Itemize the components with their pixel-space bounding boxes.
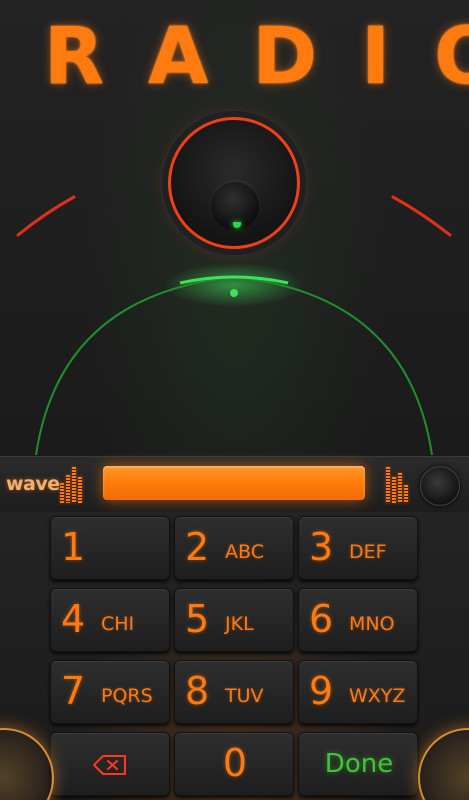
key-2[interactable]: 2 ABC bbox=[174, 516, 294, 580]
right-needle-mark bbox=[391, 195, 452, 237]
backspace-icon bbox=[93, 755, 127, 779]
key-digit: 2 bbox=[185, 525, 210, 569]
dial-keypad: 1 2 ABC 3 DEF 4 CHI 5 JKL 6 MNO 7 PQRS 8 bbox=[0, 512, 469, 800]
key-digit: 9 bbox=[309, 669, 334, 713]
key-letters: TUV bbox=[225, 685, 264, 707]
radio-dialer-screen: RADIO wave bbox=[0, 0, 469, 800]
key-digit: 5 bbox=[185, 597, 210, 641]
tuning-knob[interactable] bbox=[168, 117, 300, 249]
key-letters: MNO bbox=[349, 613, 395, 635]
right-equalizer-icon bbox=[386, 467, 412, 503]
key-3[interactable]: 3 DEF bbox=[298, 516, 418, 580]
key-4[interactable]: 4 CHI bbox=[50, 588, 170, 652]
key-8[interactable]: 8 TUV bbox=[174, 660, 294, 724]
key-digit: 6 bbox=[309, 597, 334, 641]
key-letters: CHI bbox=[101, 613, 135, 635]
key-letters: WXYZ bbox=[349, 685, 406, 707]
left-needle-mark bbox=[16, 195, 76, 237]
left-equalizer-icon bbox=[60, 467, 86, 503]
wave-logo: wave bbox=[6, 473, 60, 495]
key-letters: DEF bbox=[349, 541, 387, 563]
key-digit: 7 bbox=[61, 669, 86, 713]
app-title: RADIO bbox=[44, 12, 469, 102]
volume-knob[interactable] bbox=[420, 466, 460, 506]
key-digit: 4 bbox=[61, 597, 86, 641]
tuner-indicator-dot bbox=[230, 289, 238, 297]
key-digit: 1 bbox=[61, 525, 86, 569]
key-1[interactable]: 1 bbox=[50, 516, 170, 580]
key-digit: 8 bbox=[185, 669, 210, 713]
key-7[interactable]: 7 PQRS bbox=[50, 660, 170, 724]
key-9[interactable]: 9 WXYZ bbox=[298, 660, 418, 724]
key-letters: PQRS bbox=[101, 685, 153, 707]
key-digit: 0 bbox=[222, 741, 248, 785]
key-digit: 3 bbox=[309, 525, 334, 569]
key-0[interactable]: 0 bbox=[174, 732, 294, 796]
done-label: Done bbox=[324, 749, 394, 779]
key-6[interactable]: 6 MNO bbox=[298, 588, 418, 652]
key-letters: ABC bbox=[225, 541, 264, 563]
key-letters: JKL bbox=[225, 613, 254, 635]
done-button[interactable]: Done bbox=[298, 732, 418, 796]
key-5[interactable]: 5 JKL bbox=[174, 588, 294, 652]
display-bar: wave bbox=[0, 456, 469, 514]
number-display-field[interactable] bbox=[103, 466, 365, 500]
backspace-button[interactable] bbox=[50, 732, 170, 796]
